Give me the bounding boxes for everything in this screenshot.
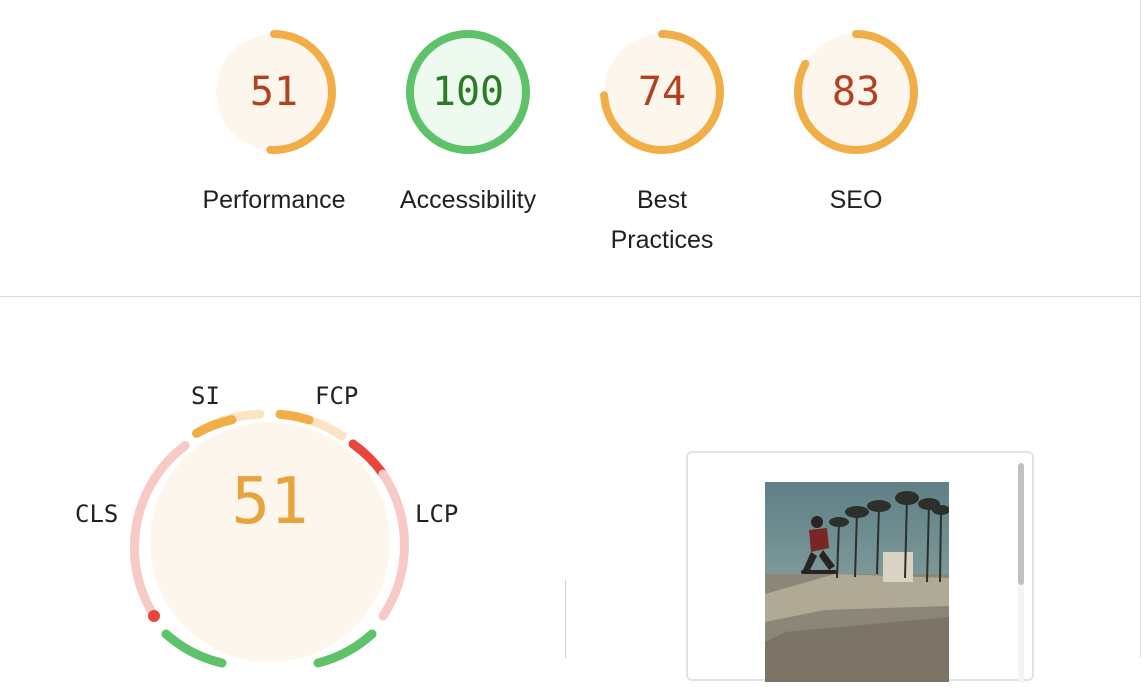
performance-gauge-fill bbox=[150, 422, 390, 662]
gauge-score: 74 bbox=[637, 69, 687, 115]
skatepark-photo-icon[interactable] bbox=[765, 482, 950, 682]
gauge-label: Accessibility bbox=[399, 186, 537, 214]
section-divider bbox=[0, 296, 1141, 297]
gauge-score: 51 bbox=[249, 69, 299, 115]
scrollbar-thumb[interactable] bbox=[1018, 463, 1024, 585]
gauge-label: Best Practices bbox=[610, 186, 714, 254]
gauge-label: SEO bbox=[829, 186, 883, 214]
gauge-performance[interactable]: 51 Performance bbox=[202, 26, 346, 220]
metric-label-lcp[interactable]: LCP bbox=[415, 500, 458, 528]
gauge-score: 83 bbox=[831, 69, 881, 115]
scrollbar[interactable] bbox=[1018, 463, 1024, 683]
performance-score: 51 bbox=[231, 465, 309, 539]
performance-metrics-gauge bbox=[129, 409, 409, 668]
window-edge bbox=[1140, 0, 1141, 658]
gauge-seo[interactable]: 83 SEO bbox=[790, 26, 922, 220]
metric-label-fcp[interactable]: FCP bbox=[315, 382, 358, 410]
cls-arc-value bbox=[148, 610, 160, 622]
final-screenshot-frame[interactable] bbox=[686, 451, 1034, 683]
gauge-best-practices[interactable]: 74 Best Practices bbox=[596, 26, 728, 260]
column-separator bbox=[565, 580, 566, 658]
metric-label-si[interactable]: SI bbox=[191, 382, 220, 410]
fcp-arc-value bbox=[275, 409, 314, 425]
thumbnail-image bbox=[765, 482, 950, 682]
gauge-score: 100 bbox=[431, 69, 505, 115]
gauge-accessibility[interactable]: 100 Accessibility bbox=[400, 26, 536, 220]
gauge-label: Performance bbox=[202, 186, 346, 214]
metric-label-cls[interactable]: CLS bbox=[75, 500, 118, 528]
